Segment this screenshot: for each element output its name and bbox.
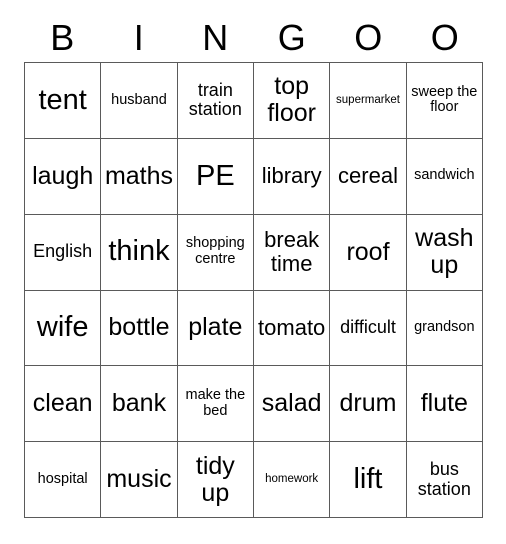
bingo-cell-label: music	[106, 465, 172, 494]
bingo-cell-label: laugh	[32, 161, 94, 190]
bingo-cell-label: wash up	[415, 224, 474, 280]
bingo-cell-label: roof	[346, 237, 390, 266]
bingo-cell[interactable]: bus station	[406, 442, 483, 518]
bingo-cell[interactable]: bottle	[101, 290, 178, 367]
bingo-cell-label: sandwich	[414, 167, 475, 184]
bingo-cell[interactable]: wash up	[406, 214, 483, 291]
bingo-cell-label: wife	[36, 311, 89, 344]
bingo-cell[interactable]: laugh	[25, 138, 102, 215]
bingo-cell[interactable]: flute	[406, 366, 483, 443]
bingo-cell-label: cereal	[338, 163, 398, 189]
bingo-cell[interactable]: bank	[101, 366, 178, 443]
bingo-cell[interactable]: husband	[101, 63, 178, 139]
header-letter-3: N	[202, 17, 229, 58]
bingo-cell[interactable]: break time	[254, 214, 331, 291]
header-letter-4: G	[277, 17, 306, 58]
bingo-cell-label: plate	[188, 313, 243, 342]
bingo-cell-label: bus station	[417, 459, 471, 499]
bingo-cell[interactable]: clean	[25, 366, 102, 443]
bingo-cell[interactable]: music	[101, 442, 178, 518]
bingo-cell[interactable]: shopping centre	[177, 214, 254, 291]
bingo-cell[interactable]: tidy up	[177, 442, 254, 518]
bingo-cell[interactable]: make the bed	[177, 366, 254, 443]
bingo-cell-label: clean	[32, 389, 93, 418]
bingo-cell-label: sweep the floor	[411, 83, 478, 116]
bingo-cell[interactable]: think	[101, 214, 178, 291]
bingo-cell-label: break time	[264, 227, 320, 277]
header-letter-2: I	[133, 17, 144, 58]
bingo-cell-label: grandson	[414, 319, 475, 336]
bingo-cell[interactable]: lift	[330, 442, 407, 518]
bingo-cell[interactable]: grandson	[406, 290, 483, 367]
bingo-cell[interactable]: salad	[254, 366, 331, 443]
bingo-cell-label: English	[33, 241, 93, 262]
bingo-cell-label: top floor	[267, 72, 316, 128]
bingo-cell-label: maths	[104, 161, 174, 190]
bingo-cell[interactable]: sandwich	[406, 138, 483, 215]
bingo-cell[interactable]: supermarket	[330, 63, 407, 139]
bingo-cell-label: make the bed	[185, 387, 246, 419]
bingo-cell[interactable]: sweep the floor	[406, 63, 483, 139]
bingo-cell-label: tomato	[258, 315, 326, 341]
bingo-cell-label: husband	[111, 91, 167, 108]
bingo-header: B I N G O O	[24, 14, 483, 62]
bingo-cell-label: shopping centre	[185, 235, 245, 268]
bingo-cell[interactable]: difficult	[330, 290, 407, 367]
bingo-cell[interactable]: tomato	[254, 290, 331, 367]
bingo-cell[interactable]: plate	[177, 290, 254, 367]
bingo-cell-label: bottle	[108, 313, 170, 342]
bingo-grid: tent husband train station top floor sup…	[24, 62, 483, 518]
bingo-cell[interactable]: PE	[177, 138, 254, 215]
bingo-cell[interactable]: tent	[25, 63, 102, 139]
bingo-cell-label: library	[261, 163, 322, 189]
header-letter-5: O	[354, 17, 383, 58]
bingo-cell-label: bank	[111, 389, 167, 418]
bingo-cell[interactable]: maths	[101, 138, 178, 215]
bingo-cell-label: tent	[38, 83, 87, 116]
bingo-cell-label: supermarket	[336, 94, 400, 107]
bingo-cell-label: salad	[261, 389, 322, 418]
bingo-cell[interactable]: train station	[177, 63, 254, 139]
bingo-cell-label: think	[108, 235, 170, 268]
bingo-cell-label: homework	[265, 473, 319, 486]
header-letter-1: B	[50, 17, 75, 58]
bingo-cell-label: PE	[195, 159, 235, 192]
bingo-cell[interactable]: wife	[25, 290, 102, 367]
bingo-cell-label: hospital	[37, 470, 88, 487]
header-letter-6: O	[430, 17, 459, 58]
bingo-cell[interactable]: hospital	[25, 442, 102, 518]
bingo-cell-label: lift	[353, 462, 383, 495]
bingo-cell[interactable]: homework	[254, 442, 331, 518]
bingo-cell-label: train station	[188, 79, 242, 120]
bingo-cell[interactable]: English	[25, 214, 102, 291]
bingo-cell-label: drum	[339, 389, 397, 418]
bingo-card: B I N G O O tent husband train station t…	[0, 0, 506, 544]
bingo-cell-label: flute	[420, 389, 468, 418]
bingo-cell[interactable]: roof	[330, 214, 407, 291]
bingo-cell-label: tidy up	[195, 451, 235, 507]
bingo-cell-label: difficult	[340, 317, 396, 338]
bingo-cell[interactable]: drum	[330, 366, 407, 443]
bingo-cell[interactable]: library	[254, 138, 331, 215]
bingo-cell[interactable]: cereal	[330, 138, 407, 215]
bingo-cell[interactable]: top floor	[254, 63, 331, 139]
